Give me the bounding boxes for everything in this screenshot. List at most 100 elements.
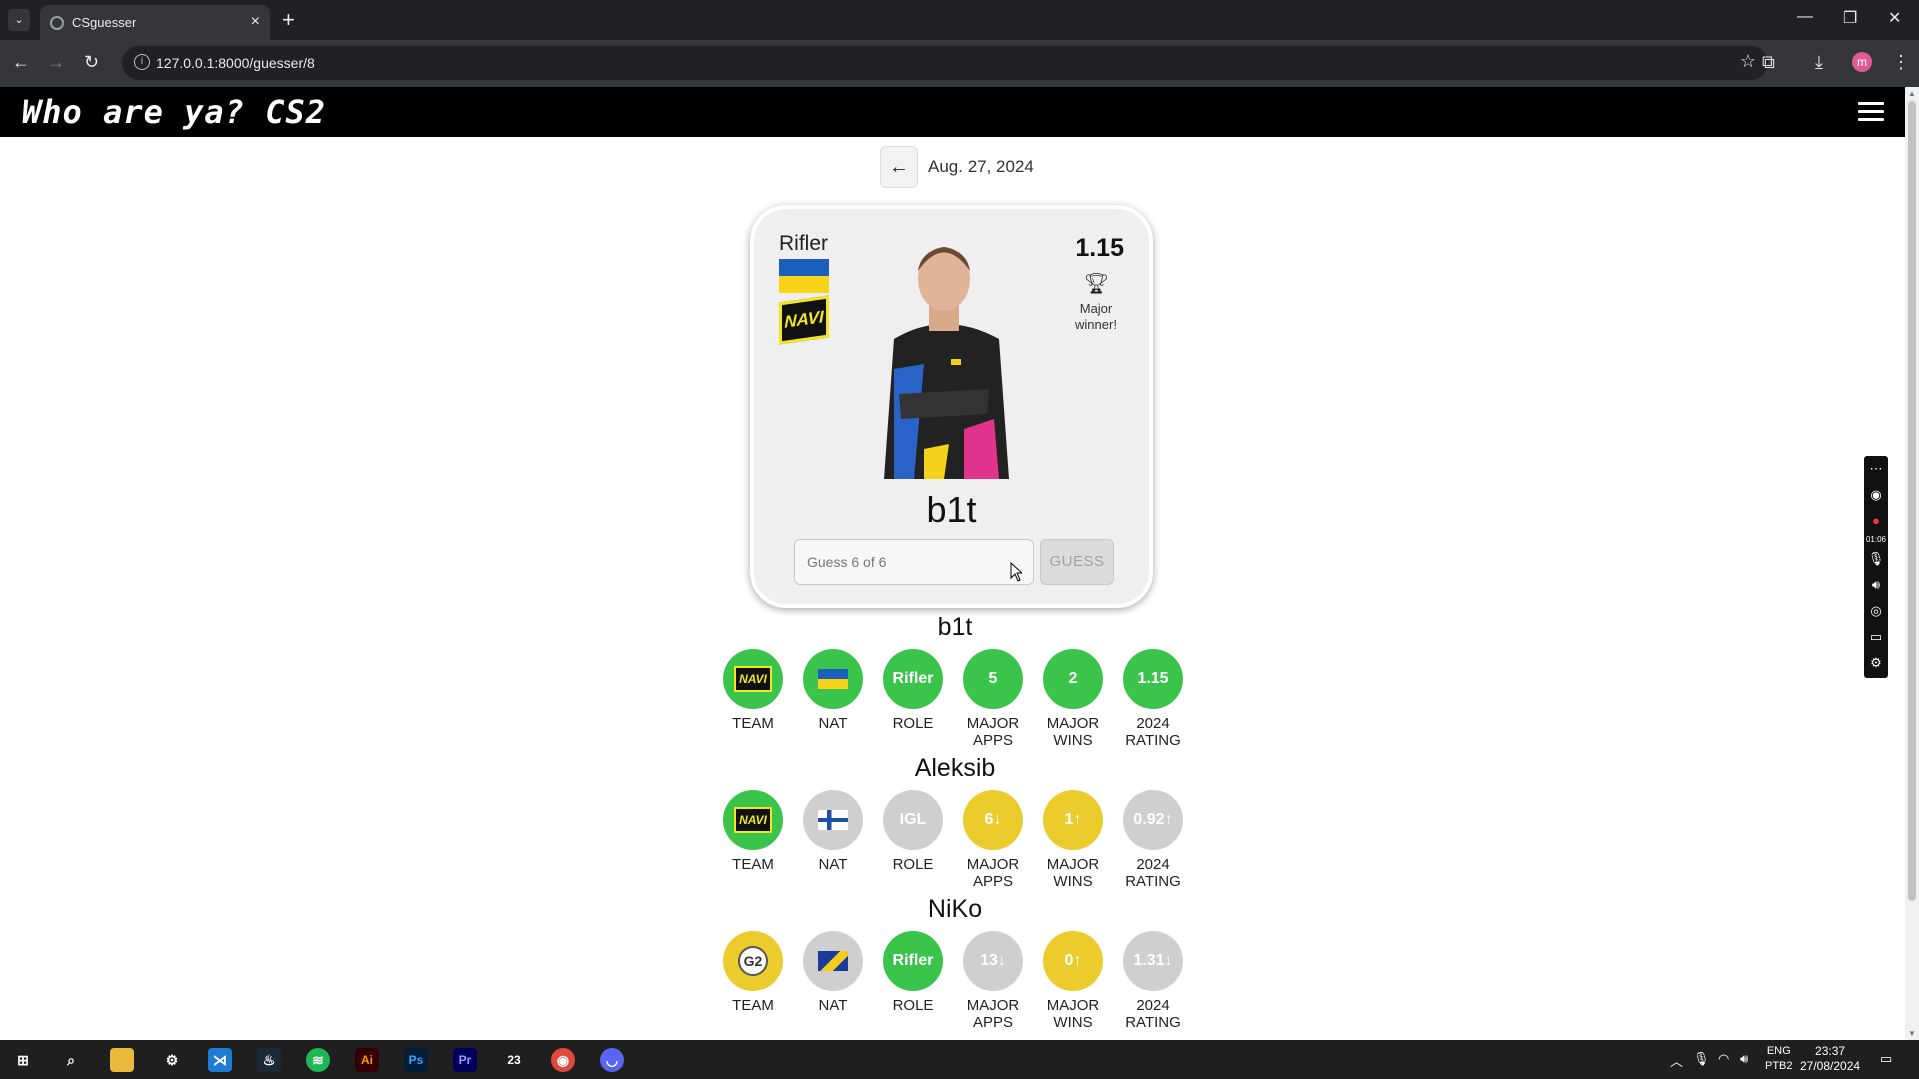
role-circle: IGL (883, 790, 943, 850)
scroll-down-arrow[interactable]: ▼ (1908, 1029, 1916, 1038)
address-bar[interactable]: i 127.0.0.1:8000/guesser/8 ☆ (122, 46, 1768, 80)
extensions-icon[interactable]: ⧉ (1762, 52, 1775, 73)
language-indicator[interactable]: ENG PTB2 (1765, 1044, 1793, 1074)
card-player-name: b1t (926, 489, 977, 530)
site-logo[interactable]: Who are ya? CS2 (22, 93, 326, 131)
guess-player-name: Aleksib (914, 754, 996, 782)
speaker-icon[interactable]: 🔊︎ (1864, 572, 1888, 598)
system-clock[interactable]: 23:37 27/08/2024 (1800, 1044, 1860, 1074)
player-card: Rifler NAVI 1.15 🏆︎ Major winner! b1t GU… (750, 205, 1153, 608)
guess-cell-label: NAT (818, 997, 848, 1014)
role-circle: Rifler (883, 649, 943, 709)
player-photo (884, 247, 1009, 479)
site-info-icon[interactable]: i (134, 54, 150, 70)
guess-cell-major-apps: 6↓ MAJOR APPS (962, 790, 1024, 890)
close-tab-icon[interactable]: × (251, 13, 260, 31)
scrollbar-thumb[interactable] (1908, 101, 1916, 901)
wifi-icon[interactable]: ◠ (1718, 1051, 1729, 1067)
reload-icon[interactable]: ↻ (84, 52, 99, 73)
major-wins-circle: 1↑ (1043, 790, 1103, 850)
minimize-button[interactable]: — (1797, 8, 1813, 26)
keyboard-layout: PTB2 (1765, 1060, 1793, 1072)
guess-cell-label: ROLE (892, 997, 934, 1014)
profile-avatar[interactable]: m (1852, 52, 1872, 72)
clock-time: 23:37 (1815, 1044, 1846, 1058)
guess-row: b1t NAVI TEAM NAT Rifler ROLE 5 MAJOR APPS 2 MAJO… (720, 613, 1190, 749)
notifications-icon[interactable]: ▭ (1880, 1051, 1892, 1067)
guess-cell-nat: NAT (802, 790, 864, 873)
search-icon[interactable]: ⌕ (59, 1048, 83, 1072)
webcam-icon[interactable]: ◎ (1864, 598, 1888, 624)
calendar-app-icon[interactable]: 23 (502, 1048, 526, 1072)
guess-row: NiKo G2 TEAM NAT Rifler ROLE 13↓ MAJOR APPS 0↑ MA… (720, 895, 1190, 1031)
ukraine-flag-icon (818, 668, 848, 689)
screen-icon[interactable]: ▭ (1864, 624, 1888, 650)
major-apps-circle: 13↓ (963, 931, 1023, 991)
guess-cell-label: 2024 RATING (1125, 856, 1181, 890)
bookmark-star-icon[interactable]: ☆ (1740, 51, 1756, 72)
close-window-button[interactable]: ✕ (1888, 8, 1901, 28)
restore-button[interactable]: ❐ (1843, 8, 1857, 28)
url-text: 127.0.0.1:8000/guesser/8 (156, 55, 315, 71)
previous-day-button[interactable]: ← (880, 146, 918, 188)
browser-tab[interactable]: CSguesser × (40, 5, 270, 40)
navi-logo-icon: NAVI (734, 806, 772, 833)
guess-cell-label: MAJOR WINS (1046, 997, 1100, 1031)
guess-cell-label: ROLE (892, 715, 934, 732)
guess-input[interactable] (794, 539, 1034, 585)
site-header: Who are ya? CS2 (0, 87, 1905, 137)
record-icon[interactable]: ● (1864, 508, 1888, 534)
discord-icon[interactable]: ◡ (600, 1048, 624, 1072)
guess-cell-label: TEAM (732, 715, 774, 732)
settings-gear-icon[interactable]: ⚙ (1864, 650, 1888, 676)
team-circle: NAVI (723, 649, 783, 709)
guess-player-name: b1t (937, 613, 973, 641)
spotify-icon[interactable]: ≋ (306, 1048, 330, 1072)
tab-title: CSguesser (72, 15, 137, 30)
globe-icon (50, 16, 64, 30)
browser-tabstrip: ⌄ CSguesser × + — ❐ ✕ (0, 0, 1919, 40)
guess-cell-rating: 0.92↑ 2024 RATING (1122, 790, 1184, 890)
back-icon[interactable]: ← (12, 52, 30, 73)
new-tab-button[interactable]: + (282, 7, 295, 33)
team-logo-navi: NAVI (779, 295, 829, 345)
windows-start-icon[interactable]: ⊞ (11, 1048, 35, 1072)
date-label: Aug. 27, 2024 (928, 157, 1034, 176)
guess-cell-nat: NAT (802, 649, 864, 732)
nat-circle (803, 790, 863, 850)
clock-date: 27/08/2024 (1800, 1059, 1861, 1073)
premiere-icon[interactable]: Pr (453, 1048, 477, 1072)
illustrator-icon[interactable]: Ai (355, 1048, 379, 1072)
g2-logo-icon: G2 (738, 945, 768, 976)
photoshop-icon[interactable]: Ps (404, 1048, 428, 1072)
download-icon[interactable]: ⤓ (1815, 52, 1823, 73)
hamburger-menu-icon[interactable] (1858, 102, 1884, 122)
guess-player-name: NiKo (927, 895, 983, 923)
drag-handle-icon[interactable]: ⋯ (1864, 456, 1888, 482)
guess-cell-label: NAT (818, 856, 848, 873)
guess-cell-role: IGL ROLE (882, 790, 944, 873)
guess-button[interactable]: GUESS (1040, 539, 1114, 585)
camera-icon[interactable]: ◉ (1864, 482, 1888, 508)
file-explorer-icon[interactable] (110, 1048, 134, 1072)
windows-taskbar: ⊞ ⌕ ⚙ ⋊ ♨ ≋ Ai Ps Pr 23 ◉ ◡ ︿ 🎙︎ ◠ 🔊︎ EN… (0, 1040, 1919, 1079)
tab-list-button[interactable]: ⌄ (8, 9, 30, 31)
card-role: Rifler (779, 232, 829, 255)
mouse-cursor-icon (1010, 562, 1022, 582)
volume-icon[interactable]: 🔊︎ (1740, 1051, 1748, 1067)
page-scrollbar[interactable]: ▲ ▼ (1905, 87, 1919, 1040)
microphone-icon[interactable]: 🎙︎ (1864, 546, 1888, 572)
scroll-up-arrow[interactable]: ▲ (1908, 89, 1916, 98)
vscode-icon[interactable]: ⋊ (208, 1048, 232, 1072)
tray-overflow-icon[interactable]: ︿ (1670, 1051, 1683, 1070)
guess-cell-rating: 1.15 2024 RATING (1122, 649, 1184, 749)
tray-mic-icon[interactable]: 🎙︎ (1693, 1051, 1710, 1067)
steam-icon[interactable]: ♨ (257, 1048, 281, 1072)
recorder-toolbar: ⋯ ◉ ● 01:06 🎙︎ 🔊︎ ◎ ▭ ⚙ (1864, 456, 1888, 678)
trophy-icon: 🏆︎ (1083, 273, 1109, 295)
chrome-icon[interactable]: ◉ (551, 1048, 575, 1072)
settings-icon[interactable]: ⚙ (160, 1048, 184, 1072)
forward-icon[interactable]: → (47, 52, 65, 73)
menu-kebab-icon[interactable]: ⋮ (1892, 52, 1910, 73)
guess-cell-label: TEAM (732, 856, 774, 873)
